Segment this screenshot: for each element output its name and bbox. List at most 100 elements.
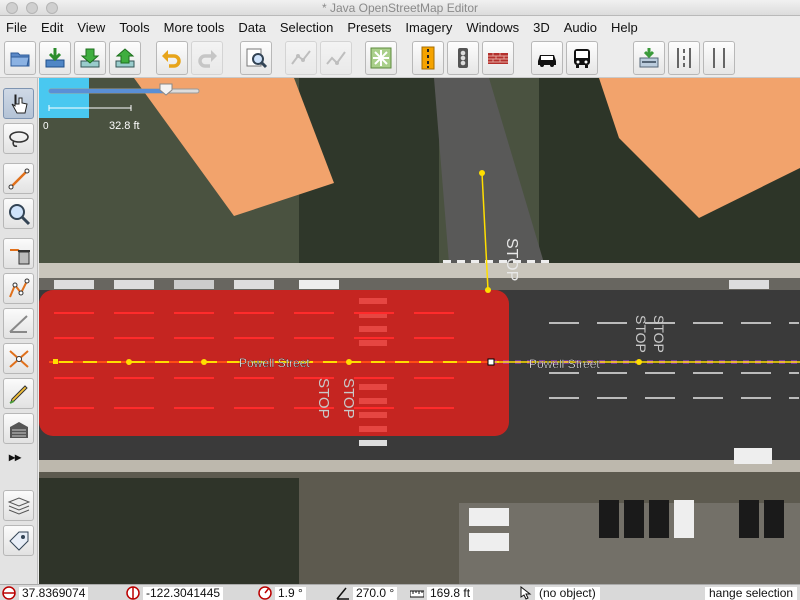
pencil-tool-button[interactable] (3, 378, 34, 409)
zoom-search-button[interactable] (240, 41, 272, 75)
main-toolbar (0, 38, 800, 78)
object-field: (no object) (518, 586, 600, 600)
menu-tools[interactable]: Tools (119, 20, 149, 35)
draw-tool-button[interactable] (3, 163, 34, 194)
svg-text:0: 0 (43, 121, 49, 132)
zoom-search-icon (246, 48, 268, 69)
map-canvas[interactable]: STOP STOP STOP STOP STOP Powell Street P… (39, 78, 800, 584)
redo-icon (198, 50, 217, 68)
street-label: Powell Street (239, 356, 310, 370)
window-title: * Java OpenStreetMap Editor (321, 1, 479, 15)
wireframe-button[interactable] (285, 41, 317, 75)
parallel-tool-icon (8, 314, 28, 333)
menu-more-tools[interactable]: More tools (164, 20, 225, 35)
road-marking-stop: STOP (340, 378, 357, 419)
lasso-tool-button[interactable] (3, 123, 34, 154)
download-button[interactable] (39, 41, 71, 75)
improve-way-icon (8, 278, 29, 297)
window-titlebar: * Java OpenStreetMap Editor (0, 0, 800, 16)
preset-group-button[interactable] (365, 41, 397, 75)
road-marking-stop: STOP (315, 378, 332, 419)
map-paint-icon (639, 48, 659, 68)
open-file-button[interactable] (4, 41, 36, 75)
distance-field: 169.8 ft (410, 586, 474, 600)
menu-imagery[interactable]: Imagery (405, 20, 452, 35)
split-tool-button[interactable] (3, 343, 34, 374)
parallel-tool-button[interactable] (3, 308, 34, 339)
help-text-field: hange selection (705, 586, 798, 600)
road-preset-icon (421, 46, 435, 70)
menu-edit[interactable]: Edit (41, 20, 63, 35)
menu-windows[interactable]: Windows (466, 20, 519, 35)
car-preset-button[interactable] (531, 41, 563, 75)
zoom-tool-icon (8, 203, 30, 225)
car-icon (538, 55, 556, 67)
building-tool-icon (9, 421, 28, 438)
road-marking-stop: STOP (503, 238, 520, 281)
bus-icon (574, 49, 590, 68)
lane-single-button[interactable] (668, 41, 700, 75)
download-icon (45, 48, 65, 68)
road-preset-button[interactable] (412, 41, 444, 75)
longitude-field: -122.3041445 (126, 586, 224, 600)
map-view[interactable]: STOP STOP STOP STOP STOP Powell Street P… (39, 78, 800, 584)
pointer-icon (520, 586, 532, 600)
upload-button[interactable] (109, 41, 141, 75)
menu-3d[interactable]: 3D (533, 20, 550, 35)
menu-help[interactable]: Help (611, 20, 638, 35)
redo-button[interactable] (191, 41, 223, 75)
traffic-signal-icon (458, 48, 468, 68)
status-bar: 37.8369074 -122.3041445 1.9 ° 270.0 ° 16… (0, 584, 800, 600)
ruler-icon (410, 590, 424, 598)
menu-view[interactable]: View (77, 20, 105, 35)
angle-field: 270.0 ° (336, 586, 398, 600)
undo-button[interactable] (156, 41, 188, 75)
wireframe-alt-icon (326, 51, 346, 65)
lasso-tool-icon (8, 130, 29, 147)
menu-presets[interactable]: Presets (347, 20, 391, 35)
delete-tool-button[interactable] (3, 238, 34, 269)
more-tools-toggle[interactable]: ▸▸ (9, 450, 21, 464)
menu-file[interactable]: File (6, 20, 27, 35)
heading-icon (258, 586, 272, 600)
building-tool-button[interactable] (3, 413, 34, 444)
barrier-icon (488, 53, 508, 64)
pencil-tool-icon (9, 384, 28, 404)
select-tool-button[interactable] (3, 88, 34, 119)
menu-bar: File Edit View Tools More tools Data Sel… (0, 16, 800, 38)
tag-toggle-button[interactable] (3, 525, 34, 556)
street-label: Powell Street (529, 357, 600, 371)
improve-way-button[interactable] (3, 273, 34, 304)
split-tool-icon (8, 349, 29, 368)
tag-toggle-icon (8, 531, 28, 551)
menu-audio[interactable]: Audio (564, 20, 597, 35)
download-data-icon (80, 48, 100, 68)
upload-icon (115, 48, 135, 68)
longitude-icon (126, 586, 140, 600)
map-mode-sidebar: ▸▸ (0, 78, 38, 584)
menu-selection[interactable]: Selection (280, 20, 333, 35)
menu-data[interactable]: Data (238, 20, 265, 35)
road-marking-stop: STOP (651, 315, 667, 353)
lane-double-icon (713, 48, 725, 68)
latitude-field: 37.8369074 (2, 586, 89, 600)
road-marking-stop: STOP (633, 315, 649, 353)
open-file-icon (10, 52, 30, 67)
download-data-button[interactable] (74, 41, 106, 75)
map-paint-button[interactable] (633, 41, 665, 75)
wireframe-alt-button[interactable] (320, 41, 352, 75)
bus-preset-button[interactable] (566, 41, 598, 75)
angle-icon (336, 587, 349, 600)
lane-double-button[interactable] (703, 41, 735, 75)
latitude-icon (2, 586, 16, 600)
draw-tool-icon (8, 168, 29, 189)
layers-toggle-button[interactable] (3, 490, 34, 521)
zoom-tool-button[interactable] (3, 198, 34, 229)
delete-tool-icon (9, 248, 30, 264)
barrier-button[interactable] (482, 41, 514, 75)
preset-group-icon (370, 47, 392, 69)
wireframe-icon (291, 50, 311, 65)
scale-label: 32.8 ft (109, 120, 140, 132)
traffic-signal-button[interactable] (447, 41, 479, 75)
lane-single-icon (677, 48, 691, 68)
